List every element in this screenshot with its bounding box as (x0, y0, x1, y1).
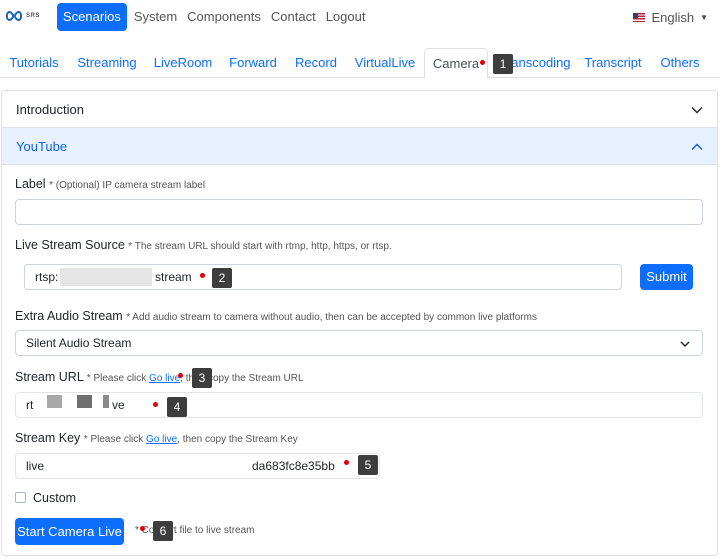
srs-logo[interactable]: SRS (5, 10, 40, 22)
label-title: Label (15, 177, 46, 191)
navbar: SRS Scenarios System Components Contact … (0, 0, 720, 36)
url-value-start: rt (26, 398, 34, 412)
audio-title: Extra Audio Stream (15, 309, 123, 323)
accordion: Introduction YouTube (1, 90, 718, 556)
url-title: Stream URL (15, 370, 84, 384)
key-go-live-link[interactable]: Go live (146, 434, 177, 445)
url-go-live-link[interactable]: Go live (149, 373, 180, 384)
submit-button[interactable]: Submit (640, 264, 693, 290)
marker-5: 5 (358, 455, 378, 475)
redacted-block (77, 395, 92, 408)
marker-dot (200, 273, 205, 278)
custom-label: Custom (33, 491, 77, 505)
source-value-end: stream (155, 270, 192, 284)
infinity-logo-icon (5, 10, 23, 22)
us-flag-icon (633, 13, 646, 22)
scenario-tabs: Tutorials Streaming LiveRoom Forward Rec… (0, 48, 720, 79)
tab-streaming[interactable]: Streaming (72, 48, 142, 78)
chevron-down-icon (691, 107, 703, 114)
marker-1: 1 (493, 54, 513, 74)
language-label: English (651, 10, 695, 25)
audio-field-title: Extra Audio Stream * Add audio stream to… (15, 309, 537, 323)
key-hint: * Please click Go live, then copy the St… (84, 434, 298, 445)
source-field-title: Live Stream Source * The stream URL shou… (15, 238, 392, 252)
nav-contact[interactable]: Contact (266, 3, 321, 31)
marker-2: 2 (212, 268, 232, 288)
start-camera-live-button[interactable]: Start Camera Live (15, 518, 124, 545)
nav-logout[interactable]: Logout (321, 3, 371, 31)
marker-dot (153, 402, 158, 407)
stream-key-input[interactable]: live da683fc8e35bb (15, 453, 380, 479)
nav-system[interactable]: System (129, 3, 182, 31)
accordion-youtube-header[interactable]: YouTube (2, 128, 717, 165)
marker-dot (344, 460, 349, 465)
logo-text: SRS (26, 13, 40, 19)
marker-dot (178, 373, 183, 378)
source-title: Live Stream Source (15, 238, 125, 252)
label-input[interactable] (15, 199, 703, 225)
key-title: Stream Key (15, 431, 81, 445)
marker-dot (140, 526, 145, 531)
custom-checkbox[interactable] (15, 492, 26, 503)
key-value-end: da683fc8e35bb (252, 459, 335, 473)
redacted-block (103, 395, 109, 408)
nav-components[interactable]: Components (182, 3, 266, 31)
marker-3: 3 (192, 368, 212, 388)
tab-liveroom[interactable]: LiveRoom (150, 48, 216, 78)
url-field-title: Stream URL * Please click Go live, then … (15, 370, 304, 384)
url-value-end: ve (112, 398, 125, 412)
caret-down-icon: ▼ (700, 13, 708, 22)
tab-record[interactable]: Record (290, 48, 342, 78)
marker-4: 4 (167, 397, 187, 417)
accordion-youtube-title: YouTube (16, 139, 68, 154)
tab-tutorials[interactable]: Tutorials (4, 48, 64, 78)
source-hint: * The stream URL should start with rtmp,… (128, 241, 392, 252)
key-hint-pre: * Please click (83, 434, 144, 445)
accordion-introduction-title: Introduction (16, 102, 84, 117)
language-dropdown[interactable]: English ▼ (633, 10, 708, 25)
audio-hint: * Add audio stream to camera without aud… (126, 312, 537, 323)
url-hint-pre: * Please click (86, 373, 147, 384)
main-nav: Scenarios System Components Contact Logo… (57, 3, 370, 31)
marker-6: 6 (153, 521, 173, 541)
chevron-up-icon (691, 143, 703, 150)
tab-forward[interactable]: Forward (224, 48, 282, 78)
tab-others[interactable]: Others (654, 48, 706, 78)
label-field-title: Label * (Optional) IP camera stream labe… (15, 177, 205, 191)
accordion-introduction-header[interactable]: Introduction (2, 91, 717, 128)
source-value-start: rtsp: (35, 270, 59, 284)
key-value-start: live (26, 459, 45, 473)
redacted-block (47, 395, 62, 408)
marker-dot (480, 60, 485, 65)
select-chevron-icon (680, 341, 690, 347)
tab-transcript[interactable]: Transcript (580, 48, 646, 78)
nav-scenarios[interactable]: Scenarios (57, 3, 127, 31)
audio-selected-value: Silent Audio Stream (26, 336, 132, 350)
key-hint-post: , then copy the Stream Key (177, 434, 298, 445)
stream-url-input[interactable]: rt ve (15, 392, 703, 418)
label-hint: * (Optional) IP camera stream label (49, 180, 206, 191)
tab-virtuallive[interactable]: VirtualLive (350, 48, 420, 78)
audio-select[interactable]: Silent Audio Stream (15, 330, 703, 356)
key-field-title: Stream Key * Please click Go live, then … (15, 431, 298, 445)
tab-camera[interactable]: Camera (424, 48, 488, 79)
redacted-block (60, 268, 152, 286)
